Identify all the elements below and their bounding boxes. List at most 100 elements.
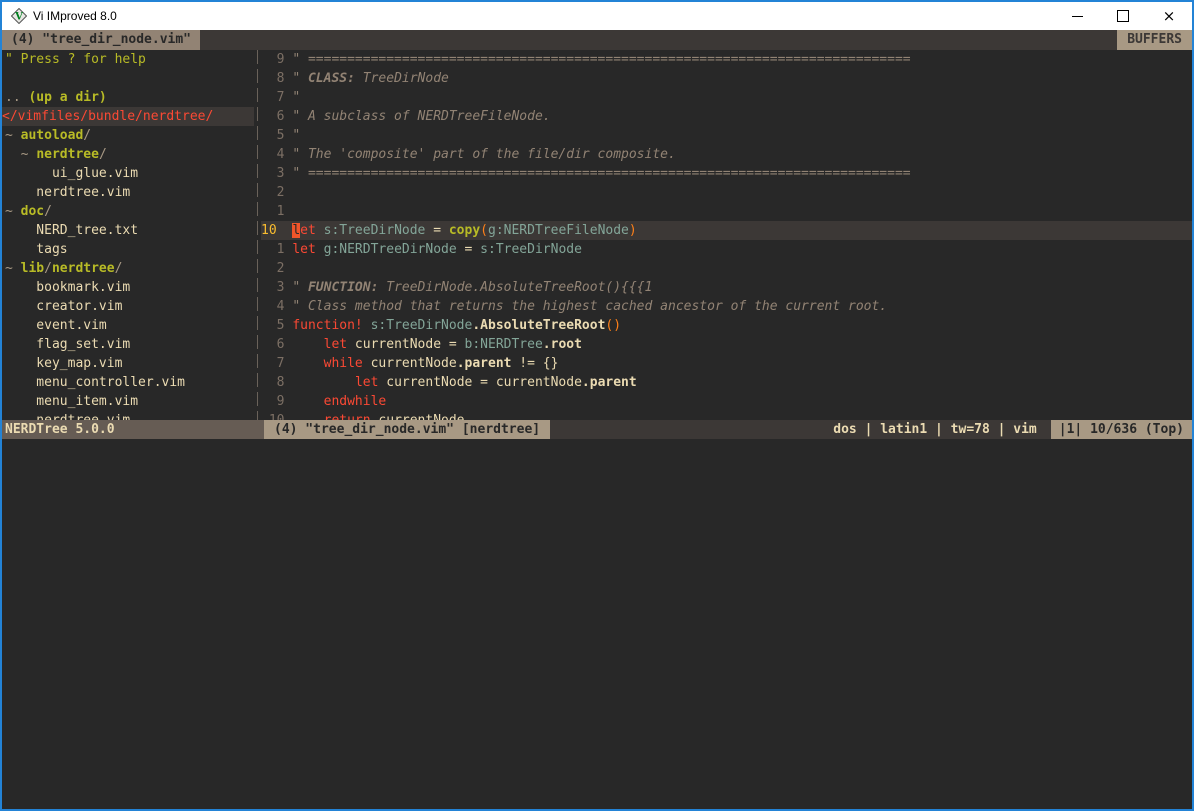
tree-item[interactable]: event.vim: [2, 316, 254, 335]
syntax-token: /: [44, 204, 52, 219]
syntax-token: " The 'composite' part of the file/dir c…: [292, 147, 676, 162]
code-line[interactable]: 10 return currentNode: [261, 411, 1192, 420]
syntax-token: /: [99, 147, 107, 162]
editor-area: " Press ? for help .. (up a dir)</vimfile…: [2, 50, 1192, 420]
tree-item[interactable]: creator.vim: [2, 297, 254, 316]
line-number: 6: [261, 337, 292, 352]
line-number: 5: [261, 128, 292, 143]
syntax-token: let: [355, 375, 378, 390]
code-line[interactable]: 1: [261, 202, 1192, 221]
vim-app-icon: V: [11, 8, 27, 24]
code-line[interactable]: 5 ": [261, 126, 1192, 145]
syntax-token: [316, 242, 324, 257]
syntax-token: TreeDirNode: [355, 71, 449, 86]
editor-panel: 9 " ====================================…: [261, 50, 1192, 420]
tree-item[interactable]: ui_glue.vim: [2, 164, 254, 183]
syntax-token: (: [480, 223, 488, 238]
tree-item[interactable]: NERD_tree.txt: [2, 221, 254, 240]
syntax-token: =: [457, 242, 480, 257]
code-line[interactable]: 7 while currentNode.parent != {}: [261, 354, 1192, 373]
code-line[interactable]: 6 let currentNode = b:NERDTree.root: [261, 335, 1192, 354]
nerdtree-status: NERDTree 5.0.0: [2, 420, 264, 439]
tree-item[interactable]: nerdtree.vim: [2, 411, 254, 420]
code-line[interactable]: 2: [261, 259, 1192, 278]
line-number: 6: [261, 109, 292, 124]
tree-item[interactable]: ~ lib/nerdtree/: [2, 259, 254, 278]
line-number: 10: [261, 223, 292, 238]
vim-body: (4) "tree_dir_node.vim" BUFFERS " Press …: [2, 30, 1192, 809]
syntax-token: " Press ? for help: [5, 52, 146, 67]
code-line[interactable]: 9 " ====================================…: [261, 50, 1192, 69]
tree-item[interactable]: flag_set.vim: [2, 335, 254, 354]
tree-item[interactable]: bookmark.vim: [2, 278, 254, 297]
minimize-button[interactable]: [1054, 2, 1100, 30]
code-line[interactable]: 8 let currentNode = currentNode.parent: [261, 373, 1192, 392]
line-number: 3: [261, 280, 292, 295]
code-line[interactable]: 9 endwhile: [261, 392, 1192, 411]
line-number: 7: [261, 90, 292, 105]
syntax-token: while: [324, 356, 363, 371]
minimize-icon: [1072, 16, 1083, 17]
cursor-block: l: [292, 223, 300, 238]
code-line-current[interactable]: 10 let s:TreeDirNode = copy(g:NERDTreeFi…: [261, 221, 1192, 240]
tree-item[interactable]: menu_controller.vim: [2, 373, 254, 392]
syntax-token: [292, 394, 323, 409]
syntax-token: [292, 356, 323, 371]
tree-item[interactable]: tags: [2, 240, 254, 259]
close-button[interactable]: ×: [1146, 2, 1192, 30]
line-number: 2: [261, 185, 292, 200]
code-line[interactable]: 4 " Class method that returns the highes…: [261, 297, 1192, 316]
maximize-button[interactable]: [1100, 2, 1146, 30]
tree-item[interactable]: key_map.vim: [2, 354, 254, 373]
window-controls: ×: [1054, 2, 1192, 30]
syntax-token: NERD_tree.txt: [5, 223, 138, 238]
code-line[interactable]: 5 function! s:TreeDirNode.AbsoluteTreeRo…: [261, 316, 1192, 335]
line-number: 4: [261, 147, 292, 162]
code-line[interactable]: 2: [261, 183, 1192, 202]
file-format-status: dos | latin1 | tw=78 | vim: [550, 420, 1051, 439]
code-line[interactable]: 7 ": [261, 88, 1192, 107]
code-line[interactable]: 3 " FUNCTION: TreeDirNode.AbsoluteTreeRo…: [261, 278, 1192, 297]
syntax-token: [5, 147, 21, 162]
buffers-label: BUFFERS: [1117, 30, 1192, 50]
syntax-token: ": [292, 90, 300, 105]
line-number: 8: [261, 71, 292, 86]
syntax-token: " ======================================…: [292, 52, 910, 67]
active-buffer-status: (4) "tree_dir_node.vim" [nerdtree]: [264, 420, 550, 439]
syntax-token: ": [292, 71, 308, 86]
position-status: |1| 10/636 (Top): [1051, 420, 1192, 439]
syntax-token: creator.vim: [5, 299, 122, 314]
syntax-token: tags: [5, 242, 68, 257]
syntax-token: [292, 337, 323, 352]
tree-root-item[interactable]: </vimfiles/bundle/nerdtree/: [2, 107, 254, 126]
syntax-token: [292, 375, 355, 390]
line-number: 3: [261, 166, 292, 181]
tree-item[interactable]: ~ autoload/: [2, 126, 254, 145]
syntax-token: " A subclass of NERDTreeFileNode.: [292, 109, 550, 124]
tree-item[interactable]: ~ doc/: [2, 202, 254, 221]
tree-item[interactable]: " Press ? for help: [2, 50, 254, 69]
tree-item[interactable]: [2, 69, 254, 88]
tree-item[interactable]: nerdtree.vim: [2, 183, 254, 202]
code-line[interactable]: 6 " A subclass of NERDTreeFileNode.: [261, 107, 1192, 126]
code-line[interactable]: 4 " The 'composite' part of the file/dir…: [261, 145, 1192, 164]
syntax-token: s:TreeDirNode: [480, 242, 582, 257]
syntax-token: " ======================================…: [292, 166, 910, 181]
tree-item[interactable]: menu_item.vim: [2, 392, 254, 411]
syntax-token: /: [115, 261, 123, 276]
command-line[interactable]: [2, 439, 1192, 809]
syntax-token: =: [425, 223, 448, 238]
window-separator[interactable]: [254, 50, 261, 420]
code-line[interactable]: 3 " ====================================…: [261, 164, 1192, 183]
code-line[interactable]: 1 let g:NERDTreeDirNode = s:TreeDirNode: [261, 240, 1192, 259]
tree-item[interactable]: .. (up a dir): [2, 88, 254, 107]
syntax-token: != {}: [511, 356, 558, 371]
code-line[interactable]: 8 " CLASS: TreeDirNode: [261, 69, 1192, 88]
syntax-token: currentNode: [363, 356, 457, 371]
line-number: 2: [261, 261, 292, 276]
tree-item[interactable]: ~ nerdtree/: [2, 145, 254, 164]
buffer-tab[interactable]: (4) "tree_dir_node.vim": [2, 30, 200, 50]
syntax-token: /: [83, 128, 91, 143]
syntax-token: s:TreeDirNode: [371, 318, 473, 333]
syntax-token: " Class method that returns the highest …: [292, 299, 887, 314]
